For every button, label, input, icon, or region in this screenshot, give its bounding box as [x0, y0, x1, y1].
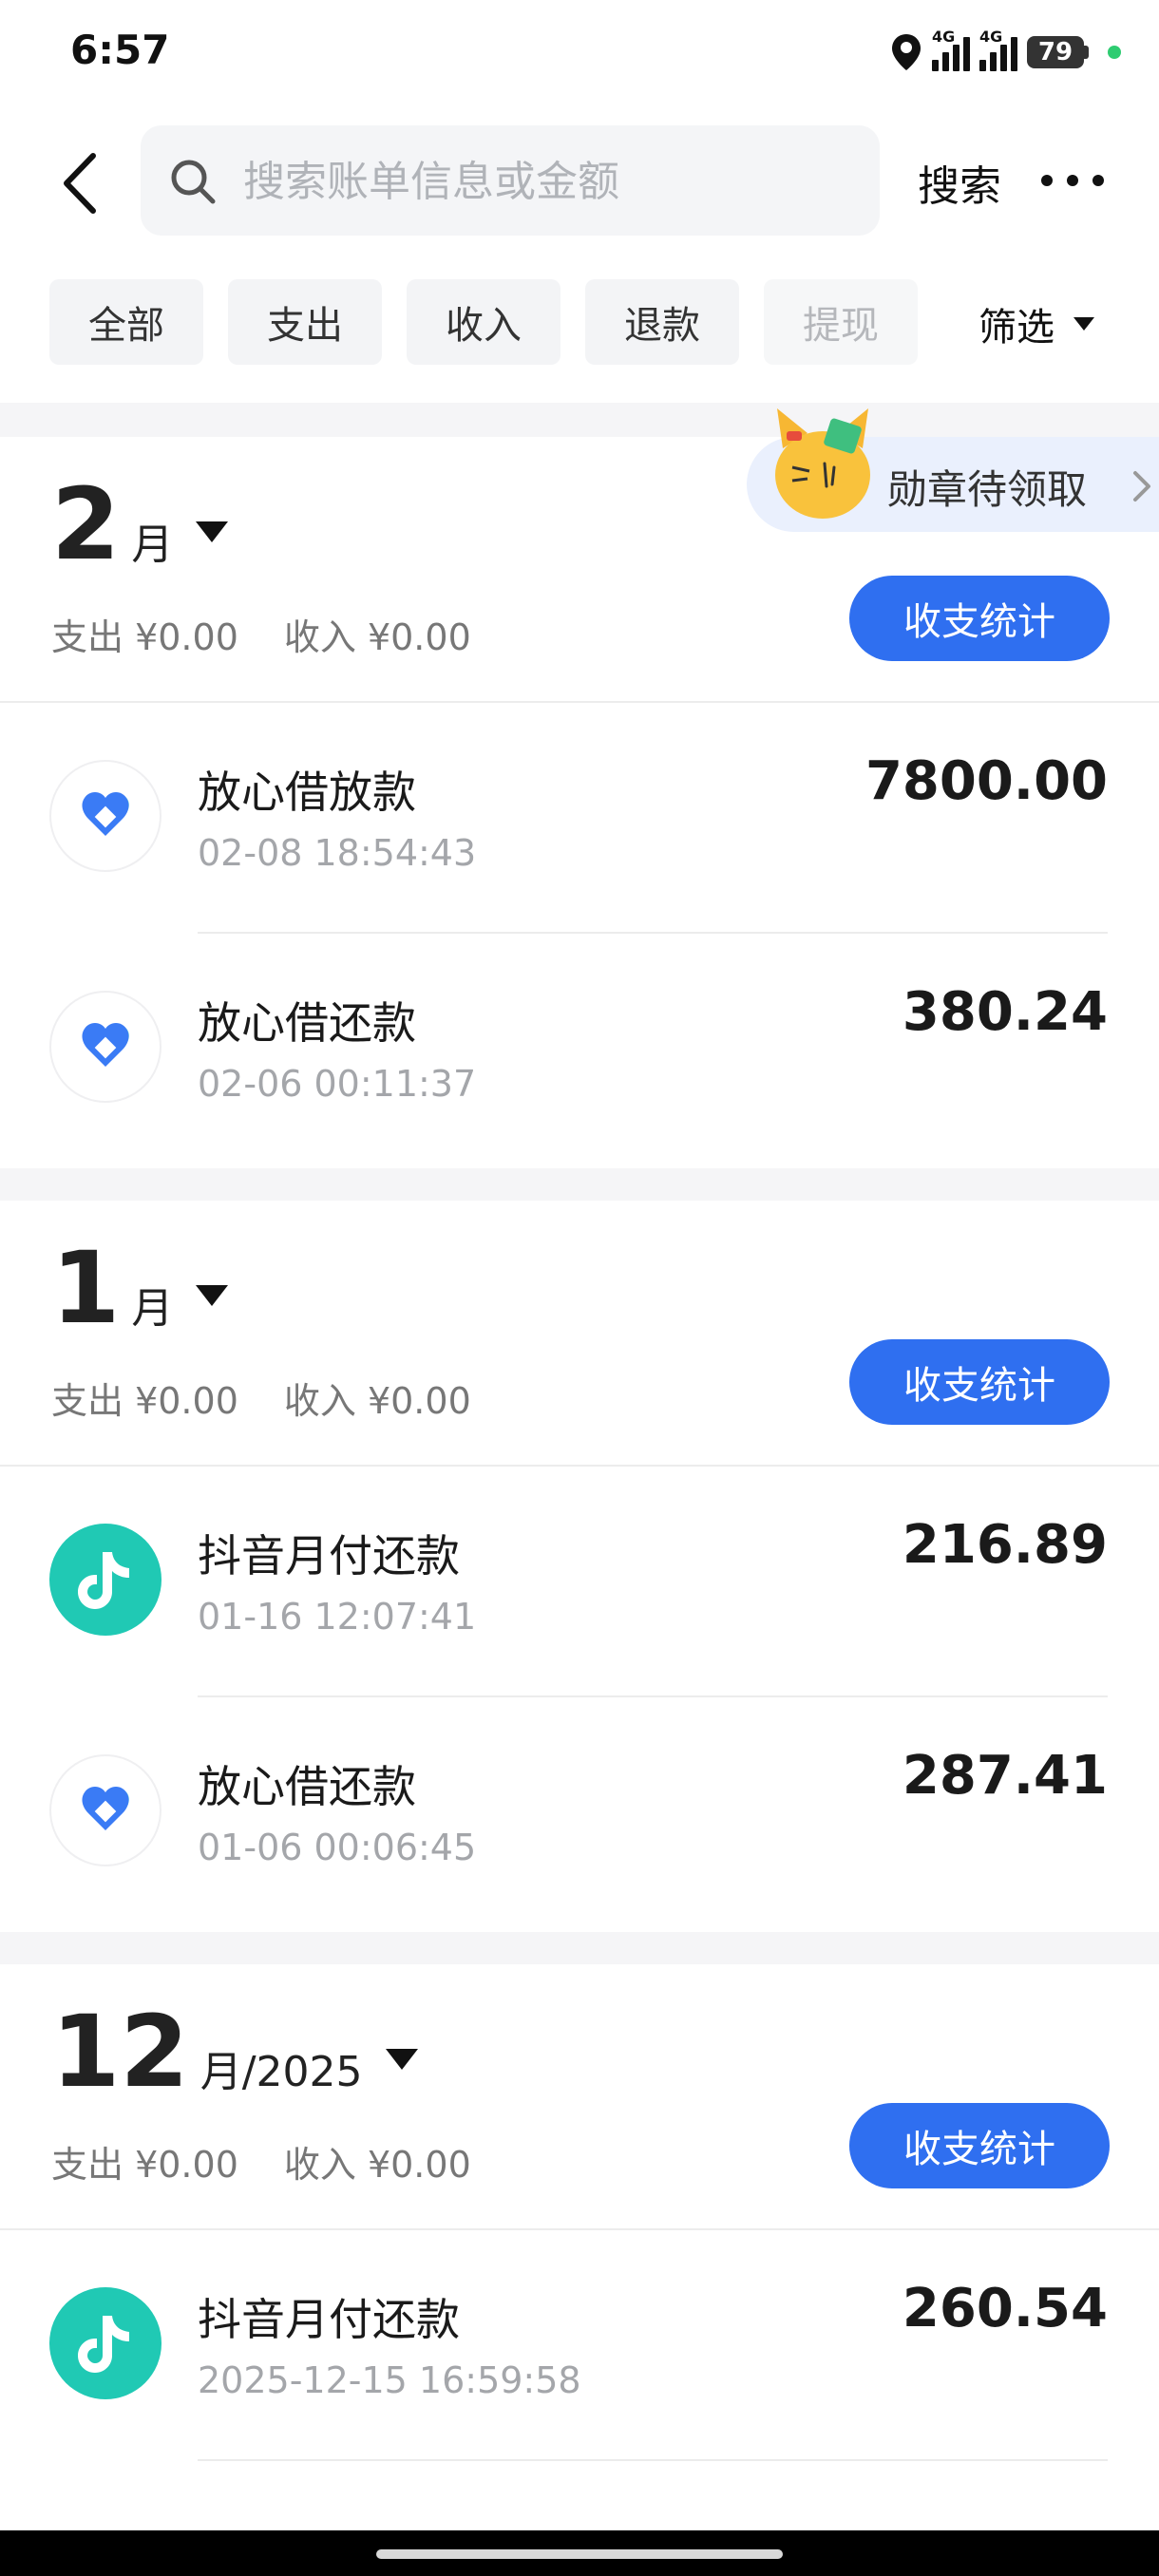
transaction-name: 抖音月付还款 — [198, 2294, 460, 2345]
transaction-amount: 287.41 — [902, 1745, 1108, 1807]
location-icon — [892, 34, 921, 70]
month-number: 2 — [51, 466, 121, 582]
transaction-amount: 260.54 — [902, 2278, 1108, 2339]
month-header: 1 月 支出 ¥0.00 收入 ¥0.00 收支统计 — [0, 1201, 1159, 1467]
transaction-amount: 216.89 — [902, 1514, 1108, 1576]
filter-chip-income[interactable]: 收入 — [407, 279, 560, 365]
more-icon[interactable] — [1041, 152, 1104, 209]
loan-icon — [49, 1754, 162, 1866]
divider — [198, 2459, 1108, 2461]
month-summary: 支出 ¥0.00 收入 ¥0.00 — [51, 608, 471, 660]
douyin-icon — [49, 1524, 162, 1636]
filter-label: 筛选 — [978, 306, 1054, 350]
month-number: 1 — [51, 1230, 121, 1346]
month-selector[interactable]: 12 月/2025 — [51, 2002, 418, 2101]
transaction-row[interactable]: 抖音月付还款 01-16 12:07:41 216.89 — [0, 1467, 1159, 1697]
month-summary: 支出 ¥0.00 收入 ¥0.00 — [51, 2135, 471, 2188]
cat-mascot-icon — [775, 408, 870, 519]
transaction-datetime: 01-06 00:06:45 — [198, 1827, 477, 1868]
medal-badge-label: 勋章待领取 — [887, 466, 1088, 513]
signal-icon: 4G — [932, 28, 970, 71]
transaction-row[interactable]: 抖音月付还款 2025-12-15 16:59:58 260.54 — [0, 2230, 1159, 2461]
network-type-2: 4G — [979, 28, 1003, 46]
network-type-1: 4G — [932, 28, 956, 46]
transaction-name: 放心借还款 — [198, 997, 416, 1049]
dropdown-arrow-icon — [1074, 317, 1094, 331]
month-expense: 支出 ¥0.00 — [51, 616, 238, 658]
status-icons: 4G 4G 79 — [890, 28, 1121, 76]
transaction-row[interactable]: 放心借还款 01-06 00:06:45 287.41 — [0, 1697, 1159, 1928]
section-gap — [0, 1168, 1159, 1201]
search-input[interactable] — [241, 146, 853, 217]
transaction-row[interactable]: 放心借还款 02-06 00:11:37 380.24 — [0, 934, 1159, 1165]
back-icon[interactable] — [57, 150, 104, 217]
dropdown-arrow-icon — [196, 521, 229, 542]
loan-icon — [49, 991, 162, 1103]
filter-chip-refund[interactable]: 退款 — [585, 279, 739, 365]
status-bar: 6:57 4G 4G 79 — [0, 0, 1159, 104]
filter-button[interactable]: 筛选 — [978, 296, 1094, 351]
privacy-indicator-icon — [1108, 46, 1121, 59]
month-selector[interactable]: 2 月 — [51, 466, 229, 582]
transaction-row[interactable]: 放心借放款 02-08 18:54:43 7800.00 — [0, 703, 1159, 934]
section-gap — [0, 403, 1159, 437]
filter-chip-expense[interactable]: 支出 — [228, 279, 382, 365]
month-income: 收入 ¥0.00 — [283, 1380, 471, 1422]
stats-button[interactable]: 收支统计 — [849, 1339, 1110, 1425]
search-button[interactable]: 搜索 — [918, 152, 1001, 213]
chevron-right-icon — [1133, 471, 1150, 502]
signal-icon-2: 4G — [979, 28, 1017, 71]
month-summary: 支出 ¥0.00 收入 ¥0.00 — [51, 1372, 471, 1424]
transaction-amount: 380.24 — [902, 981, 1108, 1043]
filter-chips: 全部 支出 收入 退款 提现 — [49, 279, 918, 365]
douyin-icon — [49, 2287, 162, 2399]
transaction-name: 放心借还款 — [198, 1761, 416, 1812]
transaction-datetime: 01-16 12:07:41 — [198, 1596, 477, 1638]
month-unit: 月 — [131, 1284, 174, 1333]
month-header: 12 月/2025 支出 ¥0.00 收入 ¥0.00 收支统计 — [0, 1964, 1159, 2230]
battery-icon: 79 — [1027, 36, 1089, 68]
system-nav-bar — [0, 2530, 1159, 2576]
medal-badge[interactable]: 勋章待领取 — [747, 408, 1159, 532]
status-time: 6:57 — [70, 27, 170, 73]
search-icon — [171, 160, 216, 204]
month-income: 收入 ¥0.00 — [283, 2144, 471, 2186]
transaction-datetime: 02-08 18:54:43 — [198, 832, 477, 874]
month-income: 收入 ¥0.00 — [283, 616, 471, 658]
section-gap — [0, 1932, 1159, 1964]
month-expense: 支出 ¥0.00 — [51, 2144, 238, 2186]
filter-chip-all[interactable]: 全部 — [49, 279, 203, 365]
month-selector[interactable]: 1 月 — [51, 1230, 229, 1346]
month-unit: 月/2025 — [200, 2048, 363, 2096]
transaction-datetime: 2025-12-15 16:59:58 — [198, 2359, 581, 2401]
dropdown-arrow-icon — [196, 1285, 229, 1306]
transaction-name: 抖音月付还款 — [198, 1530, 460, 1582]
month-expense: 支出 ¥0.00 — [51, 1380, 238, 1422]
dropdown-arrow-icon — [385, 2049, 418, 2070]
loan-icon — [49, 760, 162, 872]
search-bar[interactable] — [141, 125, 880, 236]
header: 搜索 — [0, 114, 1159, 247]
transaction-name: 放心借放款 — [198, 767, 416, 818]
month-unit: 月 — [131, 521, 174, 569]
month-number: 12 — [51, 1994, 189, 2110]
filter-chip-withdraw[interactable]: 提现 — [764, 279, 918, 365]
transaction-amount: 7800.00 — [864, 750, 1108, 812]
stats-button[interactable]: 收支统计 — [849, 576, 1110, 661]
transaction-datetime: 02-06 00:11:37 — [198, 1063, 477, 1105]
home-indicator[interactable] — [376, 2549, 783, 2559]
stats-button[interactable]: 收支统计 — [849, 2103, 1110, 2188]
battery-level: 79 — [1027, 36, 1084, 68]
